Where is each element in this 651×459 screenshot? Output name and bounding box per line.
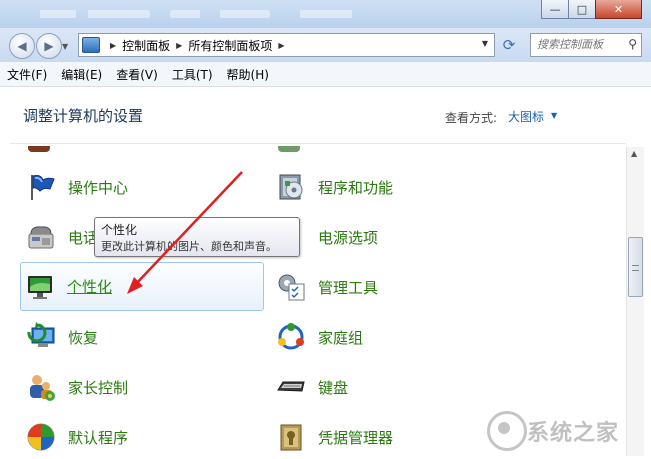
personalization-monitor-icon <box>25 272 55 302</box>
item-credential-manager[interactable]: 凭据管理器 <box>272 415 512 459</box>
menu-view[interactable]: 查看(V) <box>109 66 165 83</box>
recovery-icon <box>26 322 56 352</box>
maximize-button[interactable]: □ <box>568 0 596 19</box>
watermark-text: 系统之家 <box>527 421 620 446</box>
item-label[interactable]: 凭据管理器 <box>318 427 393 448</box>
chevron-right-icon[interactable]: ▶ <box>278 41 284 50</box>
item-programs-features[interactable]: 程序和功能 <box>272 165 512 209</box>
partial-item-icon <box>278 146 300 152</box>
control-panel-icon <box>82 37 100 53</box>
content-area: 调整计算机的设置 查看方式: 大图标 ▼ 操作中心 电话和调制解调器 个性化 恢… <box>0 87 651 456</box>
forward-button[interactable]: ▶ <box>36 33 62 59</box>
search-icon[interactable]: ⚲ <box>628 37 637 51</box>
view-by-dropdown-arrow-icon[interactable]: ▼ <box>551 111 557 120</box>
item-label[interactable]: 键盘 <box>318 377 348 398</box>
parental-control-icon <box>26 372 56 402</box>
blurred-tab <box>170 10 200 18</box>
item-keyboard[interactable]: 键盘 <box>272 365 512 409</box>
credential-manager-icon <box>276 422 306 452</box>
recent-pages-dropdown[interactable]: ▼ <box>62 42 68 51</box>
menu-help[interactable]: 帮助(H) <box>220 66 276 83</box>
arrow-right-icon: ▶ <box>44 39 54 53</box>
scrollbar-grip <box>632 265 639 271</box>
watermark: 系统之家 <box>487 405 647 451</box>
page-title: 调整计算机的设置 <box>23 107 144 125</box>
menu-file[interactable]: 文件(F) <box>0 66 54 83</box>
item-label[interactable]: 默认程序 <box>68 427 128 448</box>
refresh-button[interactable]: ⟳ <box>498 34 520 56</box>
breadcrumb-control-panel[interactable]: 控制面板 <box>122 37 170 54</box>
menu-bar: 文件(F) 编辑(E) 查看(V) 工具(T) 帮助(H) <box>0 62 651 87</box>
default-programs-icon <box>26 422 56 452</box>
item-label[interactable]: 家庭组 <box>318 327 363 348</box>
header-divider <box>10 143 626 144</box>
keyboard-icon <box>276 372 306 402</box>
search-input[interactable] <box>531 34 623 54</box>
scrollbar-thumb[interactable] <box>628 237 643 297</box>
search-box[interactable]: ⚲ <box>530 33 642 57</box>
address-history-dropdown[interactable]: ▼ <box>482 39 488 48</box>
item-power-options[interactable]: 电源选项 <box>272 215 512 259</box>
chevron-right-icon[interactable]: ▶ <box>176 41 182 50</box>
item-admin-tools[interactable]: 管理工具 <box>272 265 512 309</box>
blurred-tab <box>88 10 150 18</box>
item-recovery[interactable]: 恢复 <box>22 315 262 359</box>
address-box[interactable]: ▶ 控制面板 ▶ 所有控制面板项 ▶ ▼ <box>78 33 495 57</box>
tooltip: 个性化 更改此计算机的图片、颜色和声音。 <box>94 217 300 257</box>
blurred-tab <box>300 10 352 18</box>
item-label[interactable]: 程序和功能 <box>318 177 393 198</box>
programs-features-icon <box>276 172 306 202</box>
refresh-icon: ⟳ <box>502 36 516 54</box>
item-label[interactable]: 家长控制 <box>68 377 128 398</box>
item-label[interactable]: 恢复 <box>68 327 98 348</box>
item-label[interactable]: 个性化 <box>67 276 112 297</box>
action-center-flag-icon <box>26 172 56 202</box>
close-button[interactable]: ✕ <box>595 0 642 19</box>
item-homegroup[interactable]: 家庭组 <box>272 315 512 359</box>
navigation-bar: ◀ ▶ ▼ ▶ 控制面板 ▶ 所有控制面板项 ▶ ▼ ⟳ ⚲ <box>0 28 651 62</box>
homegroup-icon <box>276 322 306 352</box>
title-bar: — □ ✕ <box>0 0 651 28</box>
tooltip-description: 更改此计算机的图片、颜色和声音。 <box>101 240 277 253</box>
view-by-label: 查看方式: <box>445 111 498 125</box>
item-action-center[interactable]: 操作中心 <box>22 165 262 209</box>
minimize-button[interactable]: — <box>541 0 569 19</box>
item-parental-controls[interactable]: 家长控制 <box>22 365 262 409</box>
item-label[interactable]: 电源选项 <box>318 227 378 248</box>
admin-tools-icon <box>276 272 306 302</box>
menu-tools[interactable]: 工具(T) <box>165 66 220 83</box>
back-button[interactable]: ◀ <box>9 33 35 59</box>
breadcrumb-all-items[interactable]: 所有控制面板项 <box>188 37 272 54</box>
watermark-logo-icon <box>487 411 527 451</box>
item-personalization[interactable]: 个性化 <box>20 262 264 311</box>
partial-item-icon <box>28 146 50 152</box>
item-label[interactable]: 管理工具 <box>318 277 378 298</box>
menu-edit[interactable]: 编辑(E) <box>54 66 109 83</box>
item-default-programs[interactable]: 默认程序 <box>22 415 262 459</box>
arrow-left-icon: ◀ <box>17 39 27 53</box>
blurred-tab <box>220 10 270 18</box>
view-by-dropdown[interactable]: 大图标 <box>508 108 544 125</box>
phone-modem-icon <box>26 222 56 252</box>
chevron-right-icon[interactable]: ▶ <box>110 41 116 50</box>
scroll-up-icon[interactable]: ▲ <box>631 149 637 158</box>
tooltip-title: 个性化 <box>101 223 138 237</box>
item-label[interactable]: 操作中心 <box>68 177 128 198</box>
blurred-tab <box>40 10 76 18</box>
